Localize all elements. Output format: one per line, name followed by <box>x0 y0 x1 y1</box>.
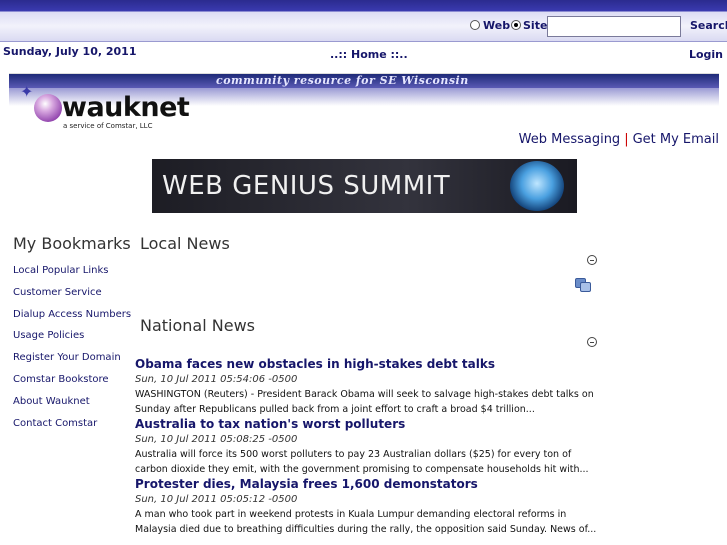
news-date: Sun, 10 Jul 2011 05:05:12 -0500 <box>135 494 298 505</box>
news-summary: WASHINGTON (Reuters) - President Barack … <box>135 389 594 415</box>
logo-name: wauknet <box>62 92 190 123</box>
top-search-bar: Web Site Search <box>0 0 727 42</box>
banner-tagline: community resource for SE Wisconsin <box>216 74 469 87</box>
bookmark-local-popular-links[interactable]: Local Popular Links <box>13 265 131 287</box>
radio-web[interactable] <box>470 20 480 30</box>
news-item: Obama faces new obstacles in high-stakes… <box>135 357 605 417</box>
news-headline[interactable]: Obama faces new obstacles in high-stakes… <box>135 357 605 372</box>
news-item: Australia to tax nation's worst polluter… <box>135 417 605 477</box>
radio-web-label: Web <box>483 19 511 32</box>
search-input[interactable] <box>547 16 681 37</box>
news-date: Sun, 10 Jul 2011 05:54:06 -0500 <box>135 374 298 385</box>
national-news-list: Obama faces new obstacles in high-stakes… <box>135 357 605 537</box>
search-button[interactable]: Search <box>690 19 727 32</box>
web-links: Web Messaging | Get My Email <box>519 132 719 147</box>
home-link[interactable]: ..:: Home ::.. <box>330 48 408 61</box>
brain-icon <box>510 161 564 211</box>
news-headline[interactable]: Protester dies, Malaysia frees 1,600 dem… <box>135 477 605 492</box>
ad-text: WEB GENIUS SUMMIT <box>162 171 451 201</box>
bookmark-about-wauknet[interactable]: About Wauknet <box>13 396 131 418</box>
logo-ball-icon <box>34 94 62 122</box>
bookmarks-list: Local Popular Links Customer Service Dia… <box>13 265 131 439</box>
news-date: Sun, 10 Jul 2011 05:08:25 -0500 <box>135 434 298 445</box>
bookmark-contact-comstar[interactable]: Contact Comstar <box>13 418 131 440</box>
local-news-collapse-icon[interactable] <box>587 255 597 265</box>
bookmark-comstar-bookstore[interactable]: Comstar Bookstore <box>13 374 131 396</box>
radio-site[interactable] <box>511 20 521 30</box>
news-summary: Australia will force its 500 worst pollu… <box>135 449 589 475</box>
news-headline[interactable]: Australia to tax nation's worst polluter… <box>135 417 605 432</box>
bookmark-register-your-domain[interactable]: Register Your Domain <box>13 352 131 374</box>
current-date: Sunday, July 10, 2011 <box>3 45 137 58</box>
link-separator: | <box>624 132 629 147</box>
bookmarks-title: My Bookmarks <box>13 234 131 253</box>
bookmark-customer-service[interactable]: Customer Service <box>13 287 131 309</box>
site-banner: community resource for SE Wisconsin ✦ wa… <box>9 73 719 130</box>
ad-banner[interactable]: WEB GENIUS SUMMIT <box>152 159 577 213</box>
bookmark-dialup-access-numbers[interactable]: Dialup Access Numbers <box>13 309 131 331</box>
sparkle-icon: ✦ <box>20 82 34 101</box>
news-summary: A man who took part in weekend protests … <box>135 509 597 535</box>
local-news-title: Local News <box>140 234 230 253</box>
login-link[interactable]: Login <box>689 48 723 61</box>
bookmark-usage-policies[interactable]: Usage Policies <box>13 330 131 352</box>
radio-site-label: Site <box>523 19 548 32</box>
national-news-title: National News <box>140 316 255 335</box>
news-item: Protester dies, Malaysia frees 1,600 dem… <box>135 477 605 537</box>
web-messaging-link[interactable]: Web Messaging <box>519 132 621 147</box>
logo-subtitle: a service of Comstar, LLC <box>63 122 153 130</box>
national-news-collapse-icon[interactable] <box>587 337 597 347</box>
feed-icon[interactable] <box>575 278 591 292</box>
get-my-email-link[interactable]: Get My Email <box>633 132 719 147</box>
wauknet-logo[interactable]: ✦ wauknet a service of Comstar, LLC <box>18 82 190 130</box>
